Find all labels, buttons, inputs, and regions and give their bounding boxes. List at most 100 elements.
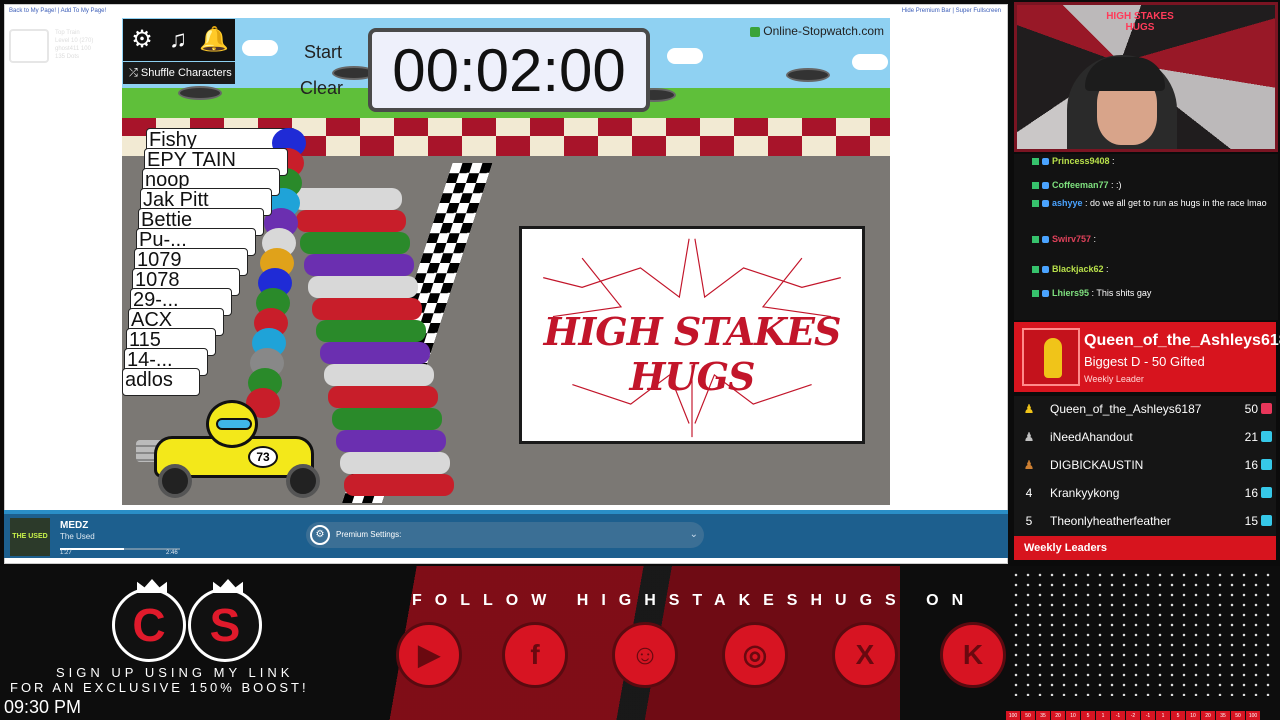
music-icon[interactable]: ♫: [161, 21, 195, 59]
control-bar: ⚙ ♫ 🔔: [123, 19, 235, 61]
clock: 09:30 PM: [4, 697, 82, 717]
chat-username[interactable]: Lhiers95: [1052, 288, 1089, 298]
song-progress-track[interactable]: [60, 548, 180, 550]
racer-kart: [312, 298, 422, 320]
sub-badge-icon: [1042, 236, 1049, 244]
leaderboard-row: 5 Theonlyheatherfeather 15: [1014, 508, 1276, 534]
bus-icon: [9, 29, 49, 63]
kick-icon[interactable]: K: [940, 622, 1006, 688]
bell-sound-icon[interactable]: 🔔: [197, 21, 231, 59]
sub-badge-icon: [1042, 158, 1049, 166]
meter-cell: 5: [1171, 711, 1185, 720]
shuffle-label: Shuffle Characters: [140, 67, 232, 79]
chat-username[interactable]: ashyye: [1052, 198, 1083, 208]
tire-stack: [786, 68, 830, 82]
high-stakes-hugs-logo-panel: HIGH STAKES HUGS: [519, 226, 865, 444]
clear-button[interactable]: Clear: [300, 78, 343, 99]
leader-trophy-icon: [1022, 328, 1080, 386]
meter-cell: 10: [1066, 711, 1080, 720]
gift-icon: [1261, 515, 1272, 526]
chat-username[interactable]: Coffeeman77: [1052, 180, 1109, 190]
meter-cell: 1: [1156, 711, 1170, 720]
leader-username: Theonlyheatherfeather: [1050, 514, 1171, 528]
mod-badge-icon: [1032, 182, 1039, 190]
rank-medal-icon: ♟: [1023, 402, 1035, 416]
cs-letter-s: S: [209, 599, 241, 651]
chat-text: : do we all get to run as hugs in the ra…: [1082, 198, 1267, 208]
guilded-icon[interactable]: ☺: [612, 622, 678, 688]
gift-icon: [1261, 487, 1272, 498]
chat-panel: Princess9408 : Coffeeman77 : :) ashyye : …: [1014, 154, 1278, 320]
leaderboard-row: ♟ iNeedAhandout 21: [1014, 424, 1276, 450]
leader-username: Krankyykong: [1050, 486, 1120, 500]
leaderboard: ♟ Queen_of_the_Ashleys6187 50 ♟ iNeedAhandou…: [1014, 396, 1276, 536]
x-icon[interactable]: X: [832, 622, 898, 688]
cs-logo-s: S: [188, 579, 262, 662]
kart-wheel: [158, 464, 192, 498]
site-brand-link[interactable]: Online-Stopwatch.com: [750, 18, 890, 38]
rank-number: 5: [1025, 514, 1033, 528]
settings-gear-icon[interactable]: ⚙: [125, 21, 159, 59]
cloud: [242, 40, 278, 56]
sub-badge-icon: [1042, 266, 1049, 274]
racer-kart: [324, 364, 434, 386]
ghost-info-panel: Top Train Level 10 (270) ghost411 100 13…: [7, 25, 117, 75]
sub-badge-icon: [1042, 182, 1049, 190]
rank-medal-icon: ♟: [1023, 458, 1035, 472]
racer-kart: [304, 254, 414, 276]
meter-cell: 35: [1036, 711, 1050, 720]
driver-goggles: [216, 418, 252, 430]
ghost-info-text: Top Train Level 10 (270) ghost411 100 13…: [55, 30, 94, 60]
mod-badge-icon: [1032, 290, 1039, 298]
gear-icon: ⚙: [310, 525, 330, 545]
leaderboard-footer: Weekly Leaders: [1014, 536, 1276, 560]
neon-sign: HIGH STAKES HUGS: [1106, 11, 1174, 33]
premium-settings-label: Premium Settings:: [336, 530, 402, 539]
chat-message: Princess9408 :: [1032, 156, 1272, 167]
donation-meter: 100 50 35 20 10 5 1 -1 -2 -1 1 5 10 20 35 50 100: [1006, 704, 1278, 720]
gift-count: 16: [1244, 458, 1258, 472]
webcam-feed: HIGH STAKES HUGS: [1014, 2, 1278, 152]
racer-kart: [308, 276, 418, 298]
chat-text: :: [1109, 156, 1115, 166]
top-links-left[interactable]: Back to My Page! | Add To My Page!: [9, 8, 106, 14]
meter-cell: -2: [1126, 711, 1140, 720]
meter-cell: 100: [1006, 711, 1020, 720]
chat-message: Lhiers95 : This shits gay: [1032, 288, 1272, 299]
leader-subtitle: Biggest D - 50 Gifted: [1084, 354, 1205, 369]
youtube-icon[interactable]: ▶: [396, 622, 462, 688]
chevron-down-icon[interactable]: ⌄: [690, 522, 698, 548]
mod-badge-icon: [1032, 266, 1039, 274]
race-game-canvas[interactable]: ⚙ ♫ 🔔 ⤮ Shuffle Characters Start Clear 0…: [122, 18, 890, 505]
premium-settings-button[interactable]: ⚙ Premium Settings: ⌄: [306, 522, 704, 548]
updown-arrows-icon: [750, 26, 761, 37]
racer-kart: [336, 430, 446, 452]
gift-count: 16: [1244, 486, 1258, 500]
stopwatch-display: 00:02:00: [368, 28, 650, 112]
sub-badge-icon: [1042, 290, 1049, 298]
chat-message: Coffeeman77 : :): [1032, 180, 1272, 191]
instagram-icon[interactable]: ◎: [722, 622, 788, 688]
leader-name: Queen_of_the_Ashleys6187: [1084, 332, 1280, 349]
racer-kart: [296, 210, 406, 232]
chat-username[interactable]: Swirv757: [1052, 234, 1091, 244]
logo-text: HIGH STAKES HUGS: [543, 309, 842, 399]
chat-text: :: [1103, 264, 1109, 274]
gift-icon: [1261, 459, 1272, 470]
racer-kart: [340, 452, 450, 474]
facebook-icon[interactable]: f: [502, 622, 568, 688]
meter-cell: 100: [1246, 711, 1260, 720]
shuffle-characters-button[interactable]: ⤮ Shuffle Characters: [123, 62, 235, 84]
chat-username[interactable]: Princess9408: [1052, 156, 1110, 166]
chat-message: ashyye : do we all get to run as hugs in…: [1032, 198, 1272, 209]
chat-text: : This shits gay: [1089, 288, 1152, 298]
start-button[interactable]: Start: [304, 42, 342, 63]
chat-username[interactable]: Blackjack62: [1052, 264, 1104, 274]
racer-kart: [320, 342, 430, 364]
top-links-right[interactable]: Hide Premium Bar | Super Fullscreen: [902, 8, 1001, 14]
meter-cell: 20: [1201, 711, 1215, 720]
kart-wheel: [286, 464, 320, 498]
gift-count: 15: [1244, 514, 1258, 528]
site-brand-label: Online-Stopwatch.com: [763, 24, 884, 38]
song-time-total: 2:46: [166, 550, 178, 556]
